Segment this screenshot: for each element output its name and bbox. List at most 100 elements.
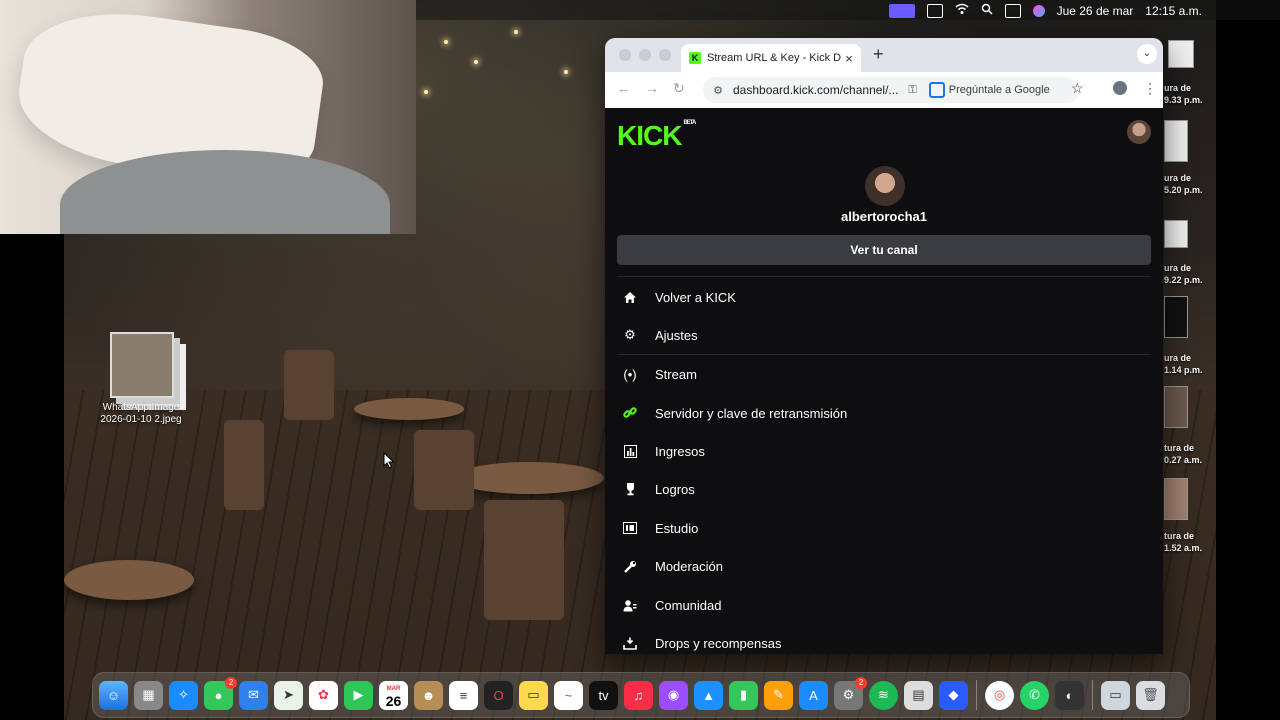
nav-item-label: Ingresos <box>655 443 705 459</box>
wifi-icon[interactable] <box>955 3 969 18</box>
system-settings-icon[interactable]: ⚙ 2 <box>834 676 867 710</box>
chrome-icon[interactable]: ◎ <box>985 680 1014 710</box>
webcam-overlay <box>0 0 416 234</box>
nav-item-revenue[interactable]: Ingresos <box>617 434 1151 468</box>
numbers-icon[interactable]: ▮ <box>729 680 758 710</box>
divider <box>617 354 1151 355</box>
bookmark-star-icon[interactable]: ☆ <box>1071 80 1084 97</box>
photos-icon[interactable]: ✿ <box>309 680 338 710</box>
calendar-day: 26 <box>385 693 402 709</box>
facetime-icon[interactable]: ▶ <box>344 680 373 710</box>
chart-icon <box>617 444 643 458</box>
opera-icon[interactable]: O <box>484 680 513 710</box>
screenshot-file-label: tura de 0.27 a.m. <box>1164 443 1203 465</box>
notes-icon[interactable]: ▭ <box>519 680 548 710</box>
app-store-icon[interactable]: A <box>799 680 828 710</box>
reload-button[interactable]: ↻ <box>673 80 685 97</box>
menu-bar-time[interactable]: 12:15 a.m. <box>1145 4 1202 18</box>
nav-item-label: Servidor y clave de retransmisión <box>655 405 848 421</box>
battery-icon[interactable] <box>926 3 943 18</box>
home-icon <box>617 291 643 304</box>
link-icon <box>617 406 643 420</box>
nav-item-achievements[interactable]: Logros <box>617 472 1151 506</box>
pages-icon[interactable]: ✎ <box>764 680 793 710</box>
nav-item-stream-key[interactable]: Servidor y clave de retransmisión <box>617 396 1151 430</box>
spotify-icon[interactable]: ≋ <box>869 680 898 710</box>
close-tab-icon[interactable]: × <box>841 51 857 66</box>
nav-item-stream[interactable]: (•) Stream <box>617 357 1151 391</box>
reminders-icon[interactable]: ≡ <box>449 680 478 710</box>
nav-item-back-to-kick[interactable]: Volver a KICK <box>617 280 1151 314</box>
address-bar[interactable]: ⚙ dashboard.kick.com/channel/... ⚿ Pregú… <box>703 77 1079 103</box>
wallpaper-chair <box>224 420 264 510</box>
new-tab-button[interactable]: + <box>873 44 884 65</box>
site-info-icon[interactable]: ⚙ <box>709 84 727 97</box>
maps-icon[interactable]: ➤ <box>274 680 303 710</box>
drops-icon <box>617 637 643 650</box>
messages-icon[interactable]: ● 2 <box>204 676 237 710</box>
browser-tab[interactable]: K Stream URL & Key - Kick Das × <box>681 44 861 72</box>
maximize-window-button[interactable] <box>659 49 671 61</box>
tab-title: Stream URL & Key - Kick Das <box>707 52 841 64</box>
downloads-folder-icon[interactable]: ▭ <box>1101 680 1130 710</box>
close-window-button[interactable] <box>619 49 631 61</box>
obs-icon[interactable]: ◐ <box>1055 680 1084 710</box>
forward-button[interactable]: → <box>645 80 659 96</box>
mail-icon[interactable]: ✉ <box>239 680 268 710</box>
desktop-screenshots-column: ura de 9.33 p.m. ura de 5.20 p.m. ura de 9.… <box>1160 36 1216 576</box>
podcasts-icon[interactable]: ◉ <box>659 680 688 710</box>
screenshot-thumbnail <box>1168 40 1194 68</box>
nav-item-community[interactable]: Comunidad <box>617 588 1151 622</box>
music-icon[interactable]: ♫ <box>624 680 653 710</box>
nav-item-settings[interactable]: ⚙ Ajustes <box>617 318 1151 352</box>
freeform-icon[interactable]: ~ <box>554 680 583 710</box>
browser-menu-icon[interactable]: ⋮ <box>1143 80 1157 97</box>
screenshot-thumbnail <box>1164 120 1188 162</box>
contacts-icon[interactable]: ☻ <box>414 680 443 710</box>
minimize-window-button[interactable] <box>639 49 651 61</box>
browser-toolbar: ← → ↻ ⚙ dashboard.kick.com/channel/... ⚿… <box>605 72 1163 109</box>
user-menu-avatar[interactable] <box>1127 120 1151 144</box>
bluesky-icon[interactable]: ◆ <box>939 680 968 710</box>
screenshot-file-label: ura de 9.33 p.m. <box>1164 83 1203 105</box>
settings-badge: 2 <box>855 676 867 689</box>
kick-favicon-icon: K <box>689 52 701 64</box>
spotlight-search-icon[interactable] <box>981 3 993 18</box>
tab-search-button[interactable]: ⌄ <box>1137 44 1157 64</box>
ask-google-button[interactable]: Pregúntale a Google <box>928 82 1050 98</box>
nav-item-moderation[interactable]: Moderación <box>617 549 1151 583</box>
extension-icon[interactable] <box>1113 81 1127 95</box>
browser-window: K Stream URL & Key - Kick Das × + ⌄ ← → … <box>605 38 1163 654</box>
password-key-icon[interactable]: ⚿ <box>908 84 916 97</box>
nav-item-label: Moderación <box>655 558 723 574</box>
view-channel-button[interactable]: Ver tu canal <box>617 235 1151 265</box>
launchpad-icon[interactable]: ▦ <box>134 680 163 710</box>
siri-icon[interactable] <box>1032 4 1045 17</box>
safari-icon[interactable]: ✧ <box>169 680 198 710</box>
dock-separator <box>1092 680 1093 710</box>
desktop-file-icon[interactable]: WhatsApp Image 2026-01-10 2.jpeg <box>100 332 182 432</box>
trash-icon[interactable]: 🗑 <box>1136 680 1165 710</box>
beta-badge: BETA <box>683 120 696 126</box>
wallpaper-light <box>514 30 518 34</box>
nav-item-studio[interactable]: Estudio <box>617 511 1151 545</box>
kick-logo[interactable]: KICK BETA <box>617 120 696 152</box>
keynote-icon[interactable]: ▲ <box>694 680 723 710</box>
webcam-blanket <box>60 150 390 234</box>
back-button[interactable]: ← <box>617 80 631 96</box>
calendar-icon[interactable]: MAR 26 <box>379 680 408 710</box>
ask-google-label: Pregúntale a Google <box>948 84 1050 96</box>
apple-tv-icon[interactable]: tv <box>589 680 618 710</box>
url-text: dashboard.kick.com/channel/... <box>733 83 899 97</box>
control-center-icon[interactable] <box>1004 3 1021 18</box>
nav-item-drops[interactable]: Drops y recompensas <box>617 626 1151 654</box>
finder-icon[interactable]: ☺ <box>99 680 128 710</box>
nav-item-label: Estudio <box>655 520 699 536</box>
screen-share-icon[interactable] <box>888 3 915 18</box>
preview-icon[interactable]: ▤ <box>904 680 933 710</box>
whatsapp-icon[interactable]: ✆ <box>1020 680 1049 710</box>
wallpaper-table <box>454 462 604 494</box>
menu-bar-date[interactable]: Jue 26 de mar <box>1057 4 1134 18</box>
studio-icon <box>617 522 643 534</box>
dock: ☺ ▦ ✧ ● 2 ✉ ➤ ✿ ▶ MAR 26 ☻ ≡ O ▭ ~ tv ♫ ◉ … <box>92 672 1190 718</box>
